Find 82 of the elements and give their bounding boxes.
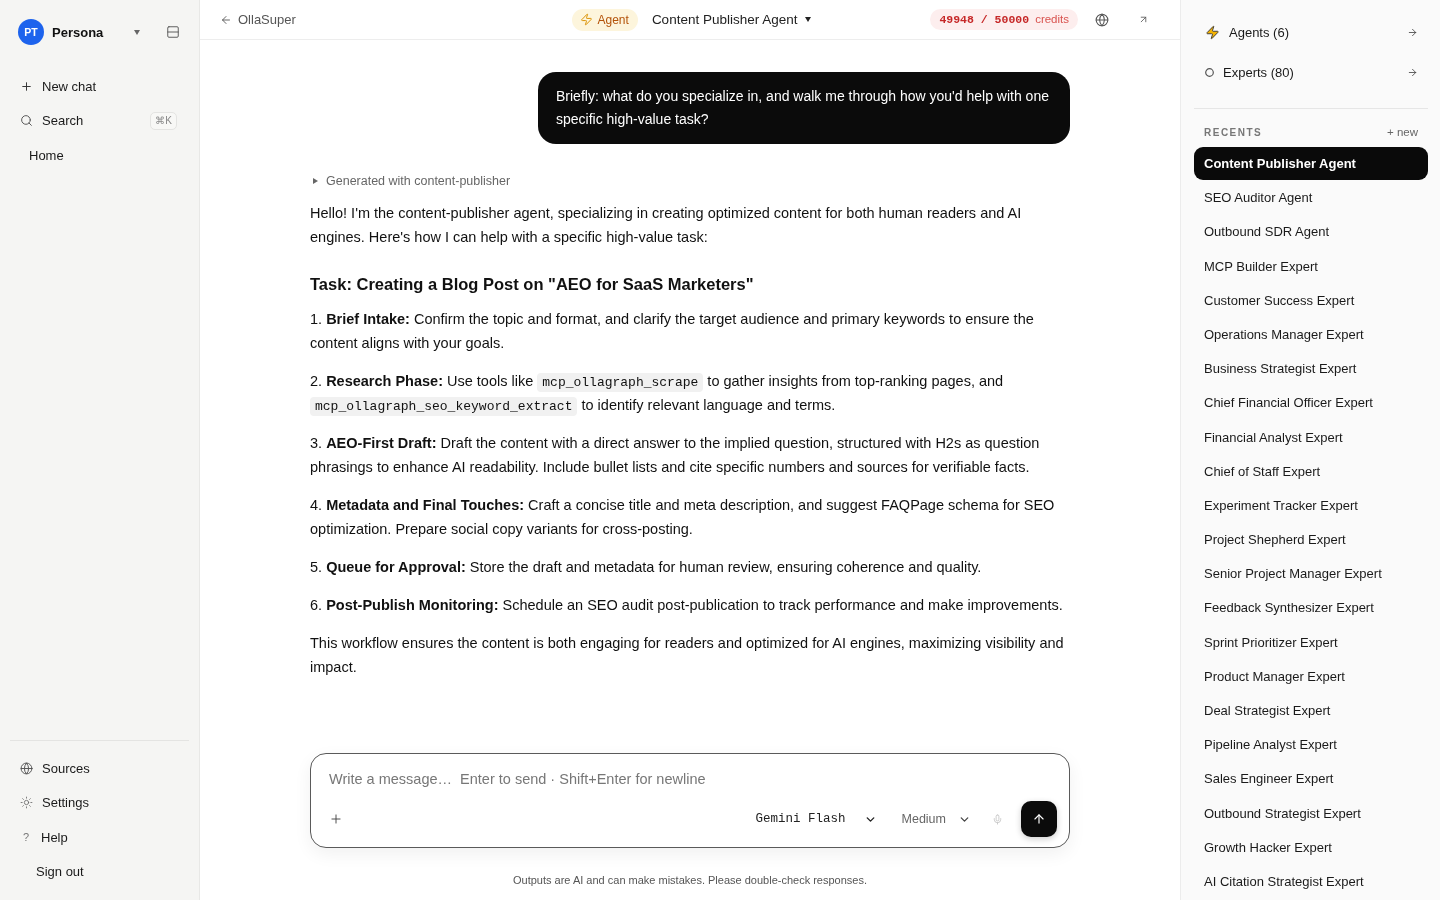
recent-item[interactable]: Sprint Prioritizer Expert <box>1194 625 1428 659</box>
recent-item[interactable]: Content Publisher Agent <box>1194 147 1428 180</box>
message-paragraph: 1. Brief Intake: Confirm the topic and format, and clarify the target audience and primary keywords to ensure the content aligns with your goals. <box>310 310 1035 353</box>
search-icon <box>20 114 33 128</box>
search-button[interactable]: Search ⌘K <box>10 103 189 138</box>
recent-item[interactable]: Chief Financial Officer Expert <box>1194 386 1428 420</box>
new-recent-button[interactable]: + new <box>1387 126 1418 138</box>
recent-item[interactable]: Chief of Staff Expert <box>1194 454 1428 488</box>
user-message: Briefly: what do you specialize in, and walk me through how you'd help with one specific high-value task? <box>538 72 1070 144</box>
message-heading: Task: Creating a Blog Post on "AEO for SaaS Marketers" <box>310 274 755 295</box>
recent-item[interactable]: Financial Analyst Expert <box>1194 420 1428 454</box>
sidebar-toggle-button[interactable] <box>166 25 180 39</box>
recent-item[interactable]: Business Strategist Expert <box>1194 352 1428 386</box>
recent-item[interactable]: Project Shepherd Expert <box>1194 523 1428 557</box>
circle-icon <box>1205 67 1214 77</box>
question-mark-icon: ? <box>20 831 32 844</box>
recent-item[interactable]: Pipeline Analyst Expert <box>1194 728 1428 762</box>
message-paragraph: 2. Research Phase: Use tools like mcp_ollagraph_scrape to gather insights from top-ranking pages, and mcp_ollagraph_seo_keyword_extract to identify relevant language and terms. <box>310 372 1005 417</box>
agents-link[interactable]: Agents (6) <box>1194 12 1428 52</box>
sign-out-button[interactable]: Sign out <box>10 854 189 889</box>
generated-with-toggle[interactable]: Generated with content-publisher <box>313 171 511 191</box>
arrow-up-icon <box>1032 812 1046 826</box>
profile-name: Persona <box>52 24 104 40</box>
recent-item[interactable]: Sales Engineer Expert <box>1194 762 1428 796</box>
panel-icon <box>166 25 180 39</box>
sun-icon <box>20 796 33 810</box>
recent-item[interactable]: Outbound SDR Agent <box>1194 215 1428 249</box>
microphone-icon <box>992 813 1003 825</box>
arrow-left-icon <box>220 13 232 26</box>
message-paragraph: Hello! I'm the content-publisher agent, specializing in creating optimized content for both human readers and AI engines. Here's how I can help with a specific high-value task: <box>310 204 1023 247</box>
new-chat-button[interactable]: New chat <box>10 69 189 104</box>
credits-unit: credits <box>1035 13 1069 25</box>
plus-icon <box>329 812 343 826</box>
credits-count: 49948 / 50000 <box>939 13 1030 26</box>
recent-item[interactable]: Feedback Synthesizer Expert <box>1194 591 1428 625</box>
message-paragraph: This workflow ensures the content is both engaging for readers and optimized for AI engines, maximizing visibility and impact. <box>310 634 1065 677</box>
recent-item[interactable]: SEO Auditor Agent <box>1194 181 1428 215</box>
profile-menu-button[interactable] <box>134 29 140 35</box>
arrow-right-icon <box>1407 26 1418 38</box>
mode-badge: Agent <box>571 8 638 31</box>
recent-item[interactable]: Customer Success Expert <box>1194 283 1428 317</box>
lightning-icon <box>1205 24 1220 40</box>
message-input[interactable]: Write a message… Enter to send · Shift+Enter for newline <box>329 768 1057 790</box>
recent-item[interactable]: Product Manager Expert <box>1194 659 1428 693</box>
caret-down-icon <box>805 17 812 22</box>
experts-link[interactable]: Experts (80) <box>1194 52 1428 92</box>
caret-right-icon <box>313 178 318 184</box>
agent-selector[interactable]: Content Publisher Agent <box>651 12 812 27</box>
effort-select[interactable]: Medium <box>901 812 971 826</box>
recent-item[interactable]: Experiment Tracker Expert <box>1194 488 1428 522</box>
disclaimer-text: Outputs are AI and can make mistakes. Please double-check responses. <box>513 873 867 887</box>
home-link[interactable]: Home <box>10 138 189 173</box>
message-paragraph: 3. AEO-First Draft: Draft the content with a direct answer to the implied question, structured with H2s as question phrasings to enhance AI readability. Include bullet lists and cite specific numbers and sources for verifiable facts. <box>310 434 1041 477</box>
open-external-button[interactable] <box>1138 14 1149 25</box>
globe-icon <box>20 761 33 775</box>
shortcut-hint: ⌘K <box>150 111 177 130</box>
help-link[interactable]: ? Help <box>10 820 189 855</box>
settings-link[interactable]: Settings <box>10 785 189 820</box>
arrow-right-icon <box>1407 66 1418 78</box>
attach-button[interactable] <box>329 812 343 826</box>
avatar[interactable]: PT <box>18 19 44 45</box>
message-paragraph: 4. Metadata and Final Touches: Craft a concise title and meta description, and suggest FAQPage schema for SEO optimization. Prepare social copy variants for cross-posting. <box>310 496 1056 539</box>
recent-item[interactable]: Growth Hacker Expert <box>1194 830 1428 864</box>
recent-item[interactable]: AI Citation Strategist Expert <box>1194 864 1428 898</box>
message-paragraph: 5. Queue for Approval: Store the draft and metadata for human review, ensuring coherence and quality. <box>310 558 983 577</box>
sources-link[interactable]: Sources <box>10 751 189 786</box>
language-button[interactable] <box>1095 12 1109 27</box>
lightning-icon <box>579 13 593 26</box>
recents-heading: RECENTS <box>1204 126 1263 138</box>
recent-item[interactable]: Senior Project Manager Expert <box>1194 557 1428 591</box>
back-link[interactable]: OllaSuper <box>220 12 296 27</box>
recent-item[interactable]: Outbound Strategist Expert <box>1194 796 1428 830</box>
arrow-up-right-icon <box>1138 14 1149 25</box>
caret-down-icon <box>134 29 140 35</box>
recent-item[interactable]: MCP Builder Expert <box>1194 249 1428 283</box>
send-button[interactable] <box>1021 801 1057 837</box>
model-select[interactable]: Gemini Flash <box>755 812 877 826</box>
plus-icon <box>20 79 33 93</box>
message-paragraph: 6. Post-Publish Monitoring: Schedule an SEO audit post-publication to track performance and make improvements. <box>310 596 1064 615</box>
globe-icon <box>1095 12 1109 27</box>
recent-item[interactable]: Operations Manager Expert <box>1194 317 1428 351</box>
recent-item[interactable]: Deal Strategist Expert <box>1194 694 1428 727</box>
